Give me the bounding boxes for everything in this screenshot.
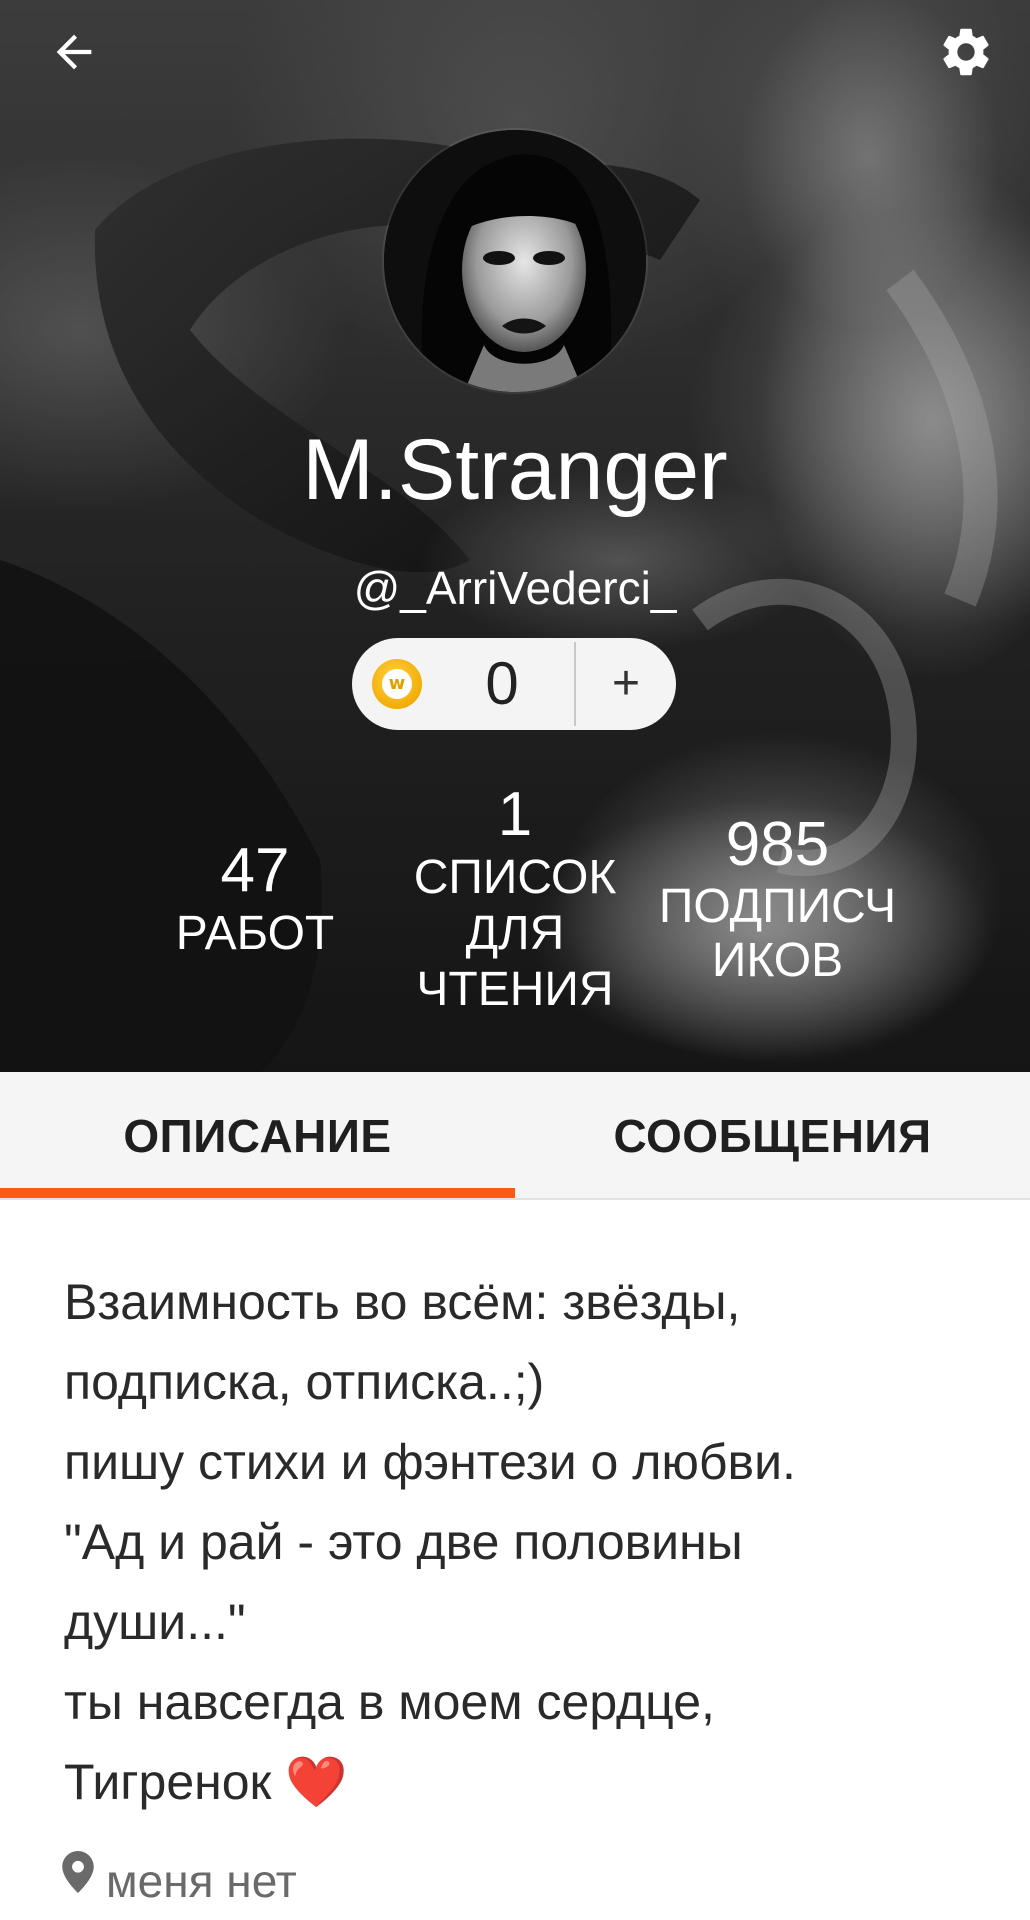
display-name: M.Stranger xyxy=(302,422,728,518)
stat-followers-label: ПОДПИСЧ ИКОВ xyxy=(658,880,897,987)
username: @_ArriVederci_ xyxy=(353,562,677,614)
active-tab-indicator xyxy=(0,1188,515,1198)
stat-followers-value: 985 xyxy=(725,810,830,879)
back-button[interactable] xyxy=(32,10,116,94)
tab-description[interactable]: ОПИСАНИЕ xyxy=(0,1072,515,1200)
coin-icon: w xyxy=(372,659,422,709)
add-coins-button[interactable]: + xyxy=(576,638,676,730)
profile-header: M.Stranger @_ArriVederci_ w 0 + 47 РАБОТ… xyxy=(0,0,1030,1072)
location: меня нет xyxy=(62,1846,297,1916)
avatar-portrait xyxy=(384,130,646,392)
stat-followers[interactable]: 985 ПОДПИСЧ ИКОВ xyxy=(640,810,915,988)
profile-description: Взаимность во всём: звёзды, подписка, от… xyxy=(64,1274,796,1810)
coin-count: 0 xyxy=(485,650,519,717)
coin-balance[interactable]: w 0 + xyxy=(352,638,676,730)
gear-icon xyxy=(943,28,989,76)
tab-messages[interactable]: СООБЩЕНИЯ xyxy=(515,1072,1030,1200)
stat-works[interactable]: 47 РАБОТ xyxy=(140,836,370,962)
map-pin-icon xyxy=(62,1851,94,1893)
location-text: меня нет xyxy=(106,1855,297,1907)
stat-reading-lists[interactable]: 1 СПИСОК ДЛЯ ЧТЕНИЯ xyxy=(380,780,650,1018)
stat-reading-lists-value: 1 xyxy=(497,780,533,849)
settings-button[interactable] xyxy=(924,10,1008,94)
stat-works-label: РАБОТ xyxy=(175,907,335,960)
arrow-left-icon xyxy=(56,34,92,70)
avatar[interactable] xyxy=(384,130,646,392)
stat-reading-lists-label: СПИСОК ДЛЯ ЧТЕНИЯ xyxy=(413,851,617,1016)
profile-tabs: ОПИСАНИЕ СООБЩЕНИЯ xyxy=(0,1072,1030,1200)
stat-works-value: 47 xyxy=(220,836,290,905)
